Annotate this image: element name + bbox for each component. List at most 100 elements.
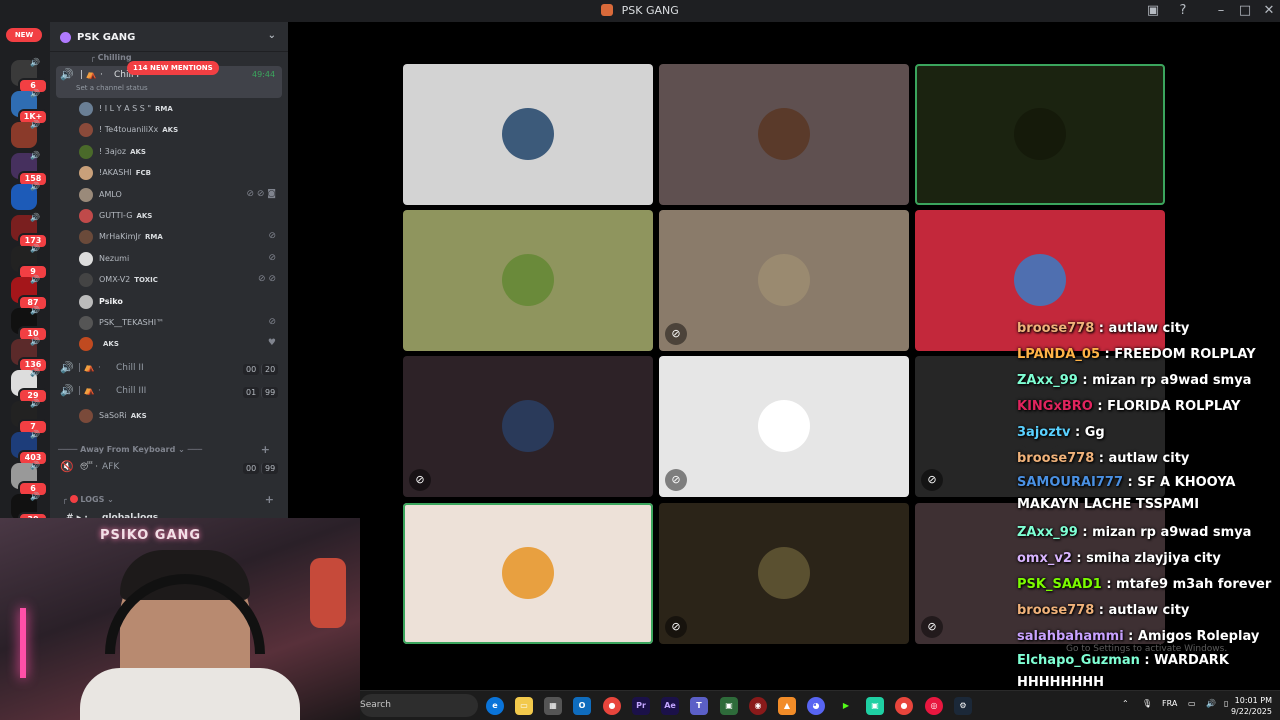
voice-member[interactable]: Psiko: [50, 292, 288, 312]
discord-icon[interactable]: ◕: [807, 697, 825, 715]
chat-username[interactable]: LPANDA_05: [1017, 347, 1100, 362]
participant-tile[interactable]: ⊘: [659, 356, 909, 497]
guild-header[interactable]: PSK GANG ⌄: [50, 22, 288, 52]
avatar: [79, 187, 93, 202]
voice-channel-afk[interactable]: 🔇 😴 · AFK 00 99: [50, 459, 288, 479]
participant-tile[interactable]: [659, 64, 909, 205]
file-explorer-icon[interactable]: ▭: [515, 697, 533, 715]
app-icon[interactable]: ▲: [778, 697, 796, 715]
close-button[interactable]: ✕: [1259, 3, 1279, 18]
chat-username[interactable]: 3ajoztv: [1017, 425, 1070, 440]
mic-muted-icon: ⊘: [921, 616, 943, 638]
participant-tile[interactable]: [403, 503, 653, 644]
volume-icon[interactable]: 🔊: [1206, 699, 1216, 708]
chat-username[interactable]: PSK_SAAD1: [1017, 577, 1102, 592]
mic-muted-icon: ⊘: [921, 469, 943, 491]
voice-member[interactable]: SaSoRi AKS: [50, 406, 288, 426]
avatar: [79, 102, 93, 116]
server-rail: NEW 🔊 6 🔊 1K+ 🔊 🔊 158 🔊 🔊 173 🔊 9 🔊 87 🔊 10 🔊 136 🔊 29 🔊 7 🔊 40…: [0, 22, 50, 528]
voice-member[interactable]: ! I L Y A S S " RMA: [50, 99, 288, 119]
store-icon[interactable]: ▦: [544, 697, 562, 715]
new-mentions-badge[interactable]: 114 NEW MENTIONS: [127, 61, 219, 75]
clock-time: 10:01 PM: [1234, 696, 1272, 705]
participant-tile[interactable]: ⊘: [659, 210, 909, 351]
voice-member[interactable]: MrHaKimJr RMA ⊘: [50, 227, 288, 247]
chat-text: : autlaw city: [1094, 321, 1190, 336]
chat-text: : autlaw city: [1094, 603, 1190, 618]
clock[interactable]: 10:01 PM 9/22/2025: [1231, 695, 1272, 717]
mic-icon[interactable]: 🎙: [1142, 699, 1152, 708]
app-icon[interactable]: ◎: [925, 697, 943, 715]
language-indicator[interactable]: FRA: [1162, 699, 1177, 708]
user-limit: 99: [261, 387, 279, 398]
guild-icon: [60, 32, 71, 43]
chat-username[interactable]: ZAxx_99: [1017, 525, 1078, 540]
chrome-icon[interactable]: ●: [895, 697, 913, 715]
battery-icon[interactable]: ▯: [1224, 699, 1228, 708]
add-channel-icon[interactable]: +: [261, 443, 270, 456]
voice-member[interactable]: GUTTI-G AKS: [50, 206, 288, 226]
participant-tile[interactable]: [915, 64, 1165, 205]
participant-tile[interactable]: ⊘: [659, 503, 909, 644]
app-icon[interactable]: ◉: [749, 697, 767, 715]
voice-member[interactable]: !AKASHI FCB: [50, 163, 288, 183]
chat-username[interactable]: KINGxBRO: [1017, 399, 1093, 414]
network-icon[interactable]: ▭: [1188, 699, 1196, 708]
chat-username[interactable]: omx_v2: [1017, 551, 1072, 566]
chat-username[interactable]: broose778: [1017, 321, 1094, 336]
user-count: 01: [243, 387, 260, 398]
channel-status-input[interactable]: Set a channel status: [76, 84, 148, 92]
avatar: [79, 273, 93, 288]
participant-tile[interactable]: ⊘: [403, 356, 653, 497]
chat-username[interactable]: ZAxx_99: [1017, 373, 1078, 388]
participant-tile[interactable]: [403, 64, 653, 205]
chat-username[interactable]: SAMOURAI777: [1017, 475, 1123, 490]
avatar: [79, 123, 93, 138]
voice-channel-chill-2[interactable]: 🔊 | ⛺ · Chill II 00 20: [50, 360, 288, 380]
chat-text: : mtafe9 m3ah forever: [1101, 577, 1272, 592]
voice-member[interactable]: Nezumi ⊘: [50, 249, 288, 269]
voice-channel-chill-3[interactable]: 🔊 | ⛺ · Chill III 01 99: [50, 383, 288, 403]
speaker-icon: 🔇: [60, 460, 74, 473]
chat-text: : FLORIDA ROLPLAY: [1092, 399, 1241, 414]
voice-member[interactable]: PSK__TEKASHI™ ⊘: [50, 313, 288, 333]
premiere-icon[interactable]: Pr: [632, 697, 650, 715]
avatar: [1014, 254, 1066, 306]
member-name: OMX-V2: [99, 275, 131, 285]
chat-username[interactable]: salahbahammi: [1017, 629, 1124, 644]
help-icon[interactable]: ?: [1173, 3, 1193, 18]
minimize-button[interactable]: –: [1211, 3, 1231, 18]
outlook-icon[interactable]: O: [573, 697, 591, 715]
category-logs[interactable]: ╭ LOGS ⌄ +: [62, 493, 284, 506]
chevron-down-icon[interactable]: ⌄: [268, 30, 276, 41]
category-chilling[interactable]: ╭ Chilling: [90, 53, 132, 62]
participant-tile[interactable]: [403, 210, 653, 351]
add-channel-icon[interactable]: +: [265, 493, 274, 506]
app-icon[interactable]: ▣: [720, 697, 738, 715]
speaker-icon: 🔊: [30, 492, 40, 501]
edge-icon[interactable]: e: [486, 697, 504, 715]
voice-member[interactable]: AMLO ⊘ ⊘ ◙: [50, 185, 288, 205]
chat-username[interactable]: broose778: [1017, 451, 1094, 466]
maximize-button[interactable]: □: [1235, 3, 1255, 18]
voice-member[interactable]: ! Te4touaniliXx AKS: [50, 120, 288, 140]
category-afk[interactable]: ──── Away From Keyboard ⌄ ─── +: [58, 443, 284, 456]
voice-member[interactable]: AKS ♥: [50, 334, 288, 354]
chat-username[interactable]: Elchapo_Guzman: [1017, 653, 1140, 668]
chrome-icon[interactable]: ●: [603, 697, 621, 715]
inbox-icon[interactable]: ▣: [1143, 3, 1163, 18]
speaker-icon: 🔊: [30, 275, 40, 284]
kick-icon[interactable]: ▶: [837, 697, 855, 715]
steam-icon[interactable]: ⚙: [954, 697, 972, 715]
record-icon: [69, 495, 78, 503]
voice-member[interactable]: ! 3ajoz AKS: [50, 142, 288, 162]
teams-icon[interactable]: T: [690, 697, 708, 715]
mic-muted-icon: ⊘: [665, 323, 687, 345]
new-unreads-pill[interactable]: NEW: [6, 28, 42, 42]
voice-member[interactable]: OMX-V2 TOXIC ⊘ ⊘: [50, 270, 288, 290]
app-icon[interactable]: ▣: [866, 697, 884, 715]
after-effects-icon[interactable]: Ae: [661, 697, 679, 715]
tray-chevron-icon[interactable]: ⌃: [1122, 699, 1129, 708]
chat-username[interactable]: broose778: [1017, 603, 1094, 618]
taskbar-search[interactable]: Search: [360, 694, 478, 717]
